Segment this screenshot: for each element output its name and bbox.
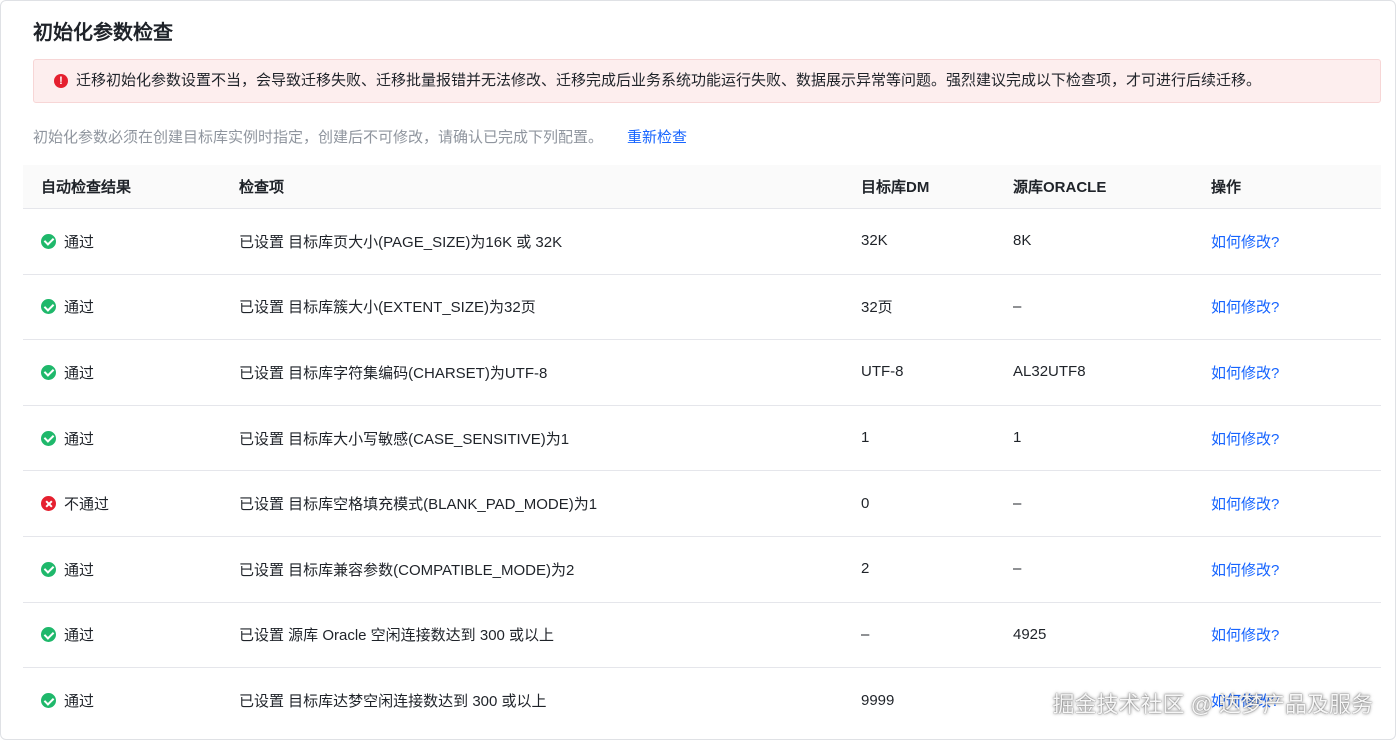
page-title: 初始化参数检查: [33, 22, 173, 44]
status-cell: 通过: [23, 624, 221, 645]
header-action: 操作: [1211, 179, 1242, 196]
how-to-modify-link[interactable]: 如何修改?: [1211, 299, 1279, 316]
how-to-modify-link[interactable]: 如何修改?: [1211, 365, 1279, 382]
status-cell: 通过: [23, 690, 221, 711]
hint-text: 初始化参数必须在创建目标库实例时指定，创建后不可修改，请确认已完成下列配置。: [33, 128, 604, 146]
check-circle-icon: [41, 627, 56, 643]
recheck-link[interactable]: 重新检查: [627, 126, 687, 147]
status-label: 通过: [64, 561, 95, 579]
table-row: 通过 已设置 目标库大小写敏感(CASE_SENSITIVE)为1 1 1 如何修改?: [23, 406, 1381, 472]
how-to-modify-link[interactable]: 如何修改?: [1211, 496, 1279, 513]
target-value: 0: [861, 494, 870, 512]
how-to-modify-link[interactable]: 如何修改?: [1211, 627, 1279, 644]
table-row: 不通过 已设置 目标库空格填充模式(BLANK_PAD_MODE)为1 0 – 如何修改…: [23, 471, 1381, 537]
check-item: 已设置 目标库页大小(PAGE_SIZE)为16K 或 32K: [239, 233, 563, 251]
table-row: 通过 已设置 目标库达梦空闲连接数达到 300 或以上 9999 如何修改?: [23, 668, 1381, 734]
how-to-modify-link[interactable]: 如何修改?: [1211, 693, 1279, 710]
check-item: 已设置 源库 Oracle 空闲连接数达到 300 或以上: [239, 627, 555, 645]
header-item: 检查项: [239, 179, 285, 196]
table-body: 通过 已设置 目标库页大小(PAGE_SIZE)为16K 或 32K 32K 8K 如何…: [23, 209, 1381, 734]
source-value: AL32UTF8: [1013, 363, 1086, 381]
error-alert: ! 迁移初始化参数设置不当，会导致迁移失败、迁移批量报错并无法修改、迁移完成后业…: [33, 59, 1381, 103]
status-cell: 通过: [23, 231, 221, 252]
table-row: 通过 已设置 目标库字符集编码(CHARSET)为UTF-8 UTF-8 AL32UT…: [23, 340, 1381, 406]
hint-row: 初始化参数必须在创建目标库实例时指定，创建后不可修改，请确认已完成下列配置。 重…: [33, 125, 687, 147]
check-circle-icon: [41, 299, 56, 315]
target-value: 2: [861, 560, 870, 578]
alert-text: 迁移初始化参数设置不当，会导致迁移失败、迁移批量报错并无法修改、迁移完成后业务系…: [76, 72, 1262, 89]
close-circle-icon: [41, 496, 56, 512]
table-row: 通过 已设置 目标库页大小(PAGE_SIZE)为16K 或 32K 32K 8K 如何…: [23, 209, 1381, 275]
status-label: 通过: [64, 627, 95, 645]
source-value: 1: [1013, 429, 1022, 447]
header-source: 源库ORACLE: [1013, 179, 1107, 196]
status-cell: 通过: [23, 428, 221, 449]
check-circle-icon: [41, 364, 56, 380]
check-item: 已设置 目标库达梦空闲连接数达到 300 或以上: [239, 693, 547, 711]
check-item: 已设置 目标库大小写敏感(CASE_SENSITIVE)为1: [239, 430, 570, 448]
check-item: 已设置 目标库空格填充模式(BLANK_PAD_MODE)为1: [239, 496, 598, 514]
target-value: 32页: [861, 299, 893, 317]
status-cell: 通过: [23, 296, 221, 317]
table-row: 通过 已设置 目标库簇大小(EXTENT_SIZE)为32页 32页 – 如何修改?: [23, 275, 1381, 341]
target-value: 9999: [861, 691, 895, 709]
status-label: 通过: [64, 693, 95, 711]
check-item: 已设置 目标库字符集编码(CHARSET)为UTF-8: [239, 364, 548, 382]
source-value: 4925: [1013, 625, 1047, 643]
check-item: 已设置 目标库簇大小(EXTENT_SIZE)为32页: [239, 299, 536, 317]
check-item: 已设置 目标库兼容参数(COMPATIBLE_MODE)为2: [239, 561, 575, 579]
status-label: 通过: [64, 299, 95, 317]
status-cell: 不通过: [23, 493, 221, 514]
check-circle-icon: [41, 693, 56, 709]
exclamation-icon: !: [54, 74, 68, 88]
source-value: 8K: [1013, 232, 1032, 250]
target-value: UTF-8: [861, 363, 904, 381]
source-value: –: [1013, 297, 1022, 315]
check-circle-icon: [41, 233, 56, 249]
status-label: 通过: [64, 364, 95, 382]
check-table: 自动检查结果 检查项 目标库DM 源库ORACLE 操作 通过 已设置 目标库页大…: [23, 165, 1381, 734]
header-target: 目标库DM: [861, 179, 930, 196]
how-to-modify-link[interactable]: 如何修改?: [1211, 562, 1279, 579]
check-circle-icon: [41, 561, 56, 577]
table-row: 通过 已设置 目标库兼容参数(COMPATIBLE_MODE)为2 2 – 如何修改?: [23, 537, 1381, 603]
status-cell: 通过: [23, 362, 221, 383]
status-label: 不通过: [64, 496, 110, 514]
status-cell: 通过: [23, 559, 221, 580]
header-status: 自动检查结果: [41, 179, 132, 196]
source-value: –: [1013, 494, 1022, 512]
target-value: 1: [861, 429, 870, 447]
check-circle-icon: [41, 430, 56, 446]
how-to-modify-link[interactable]: 如何修改?: [1211, 431, 1279, 448]
source-value: –: [1013, 560, 1022, 578]
init-params-check-panel: 初始化参数检查 ! 迁移初始化参数设置不当，会导致迁移失败、迁移批量报错并无法修…: [0, 0, 1396, 740]
table-row: 通过 已设置 源库 Oracle 空闲连接数达到 300 或以上 – 4925 如何修改…: [23, 603, 1381, 669]
target-value: –: [861, 625, 870, 643]
status-label: 通过: [64, 233, 95, 251]
target-value: 32K: [861, 232, 888, 250]
table-header: 自动检查结果 检查项 目标库DM 源库ORACLE 操作: [23, 165, 1381, 209]
how-to-modify-link[interactable]: 如何修改?: [1211, 234, 1279, 251]
status-label: 通过: [64, 430, 95, 448]
